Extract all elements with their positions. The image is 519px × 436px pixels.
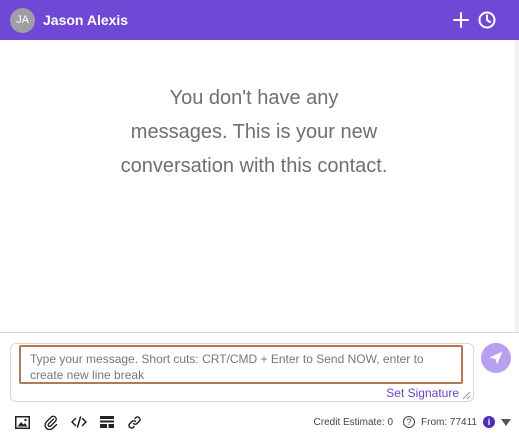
insert-code-button[interactable] <box>70 414 87 430</box>
send-button[interactable] <box>481 343 511 373</box>
paperclip-icon <box>43 415 57 430</box>
code-icon <box>70 416 87 428</box>
credit-estimate-label: Credit Estimate: <box>313 416 385 428</box>
from-value: 77411 <box>449 416 477 428</box>
message-input[interactable] <box>19 345 463 384</box>
template-button[interactable] <box>98 414 115 430</box>
from-number: From: 77411 <box>421 417 477 428</box>
chat-header: JA Jason Alexis <box>0 0 519 40</box>
clock-icon <box>478 11 496 29</box>
link-icon <box>128 415 141 429</box>
composer-toolbar <box>14 414 143 430</box>
plus-icon <box>453 12 469 28</box>
send-icon <box>489 351 503 365</box>
attach-file-button[interactable] <box>42 414 59 430</box>
history-button[interactable] <box>477 10 497 30</box>
scrollbar[interactable] <box>515 40 519 332</box>
chevron-down-icon[interactable] <box>501 418 511 426</box>
header-actions <box>451 10 497 30</box>
credit-estimate-value: 0 <box>387 416 394 428</box>
insert-link-button[interactable] <box>126 414 143 430</box>
avatar: JA <box>10 7 35 33</box>
credit-estimate: Credit Estimate: 0 <box>314 417 393 428</box>
from-label: From: <box>421 416 448 428</box>
help-icon[interactable]: ? <box>403 416 416 428</box>
info-icon[interactable]: i <box>483 416 495 428</box>
add-button[interactable] <box>451 10 471 30</box>
image-icon <box>15 415 30 429</box>
template-icon <box>99 416 114 428</box>
insert-image-button[interactable] <box>14 414 31 430</box>
chat-window: JA Jason Alexis You don't have any messa… <box>0 0 519 436</box>
empty-state-message: You don't have any messages. This is you… <box>120 87 388 177</box>
set-signature-link[interactable]: Set Signature <box>386 386 459 400</box>
resize-handle-icon[interactable] <box>462 391 471 400</box>
contact-name: Jason Alexis <box>43 12 129 28</box>
footer-status: Credit Estimate: 0 ? From: 77411 i <box>314 414 511 430</box>
